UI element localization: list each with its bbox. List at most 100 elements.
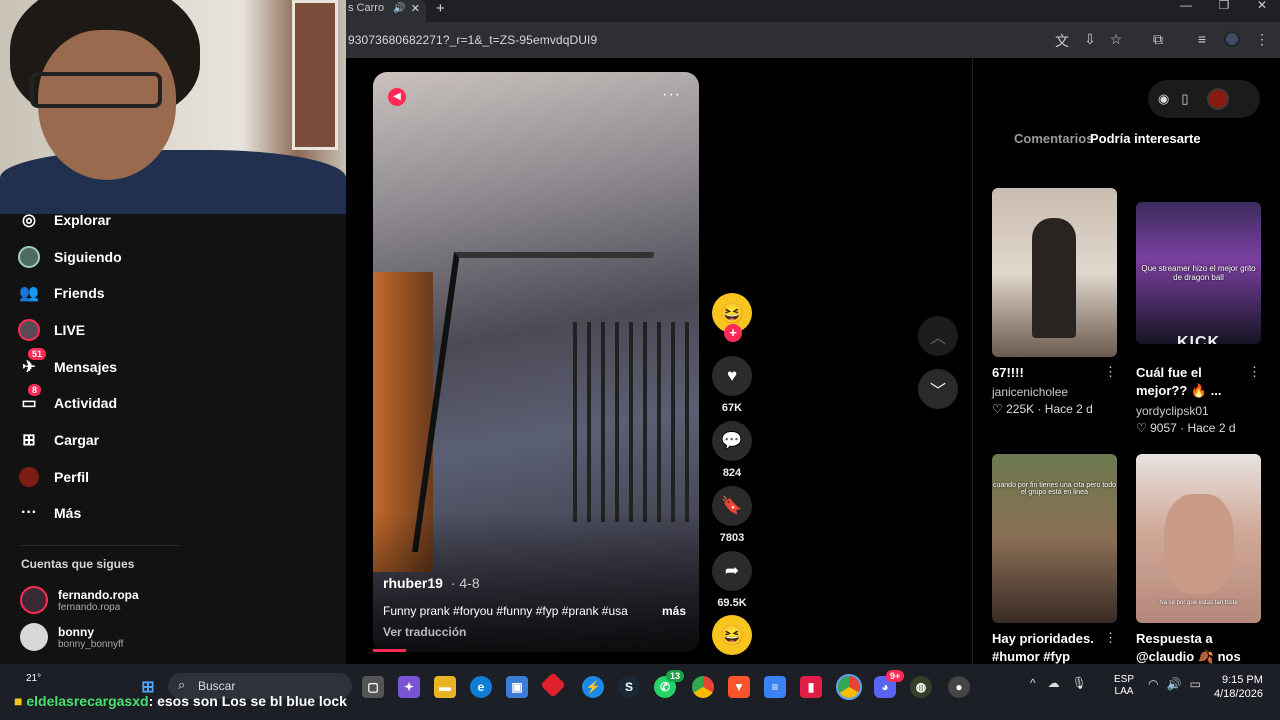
chevron-up-icon[interactable]: ^ [1030,676,1036,690]
language-indicator[interactable]: ESP LAA [1114,674,1134,698]
whatsapp-icon[interactable]: ✆ 13 [654,670,685,698]
card-title[interactable]: Hay prioridades. #humor #fyp [992,630,1100,664]
new-tab-icon[interactable]: + [436,0,445,17]
nav-label: Perfil [54,469,90,485]
chevron-down-icon: ﹀ [929,383,946,400]
video-caption: Funny prank #foryou #funny #fyp #prank #… [383,604,628,618]
steam-icon[interactable]: S [618,676,640,698]
weather-widget[interactable]: 21° [26,673,41,684]
wifi-icon[interactable]: ◠ [1148,677,1158,691]
tab-recommended[interactable]: Podría interesarte [1090,131,1201,146]
search-placeholder: Buscar [198,679,236,693]
microphone-icon[interactable]: 🎙 [1072,676,1087,690]
next-video-button[interactable]: ﹀ [918,369,958,409]
nav-messages[interactable]: ✈ 51 Mensajes [18,348,117,379]
previous-video-button[interactable]: ︿ [918,316,958,356]
browser-profile-avatar[interactable] [1224,31,1240,47]
like-button[interactable]: ♥ [712,356,752,396]
phone-icon[interactable]: ▯ [1181,91,1188,107]
followed-account[interactable]: bonny bonny_bonnyff [20,623,123,651]
tab-comments[interactable]: Comentarios [1014,131,1093,146]
volume-icon[interactable]: 🔊 [1166,677,1181,691]
card-menu-icon[interactable]: ⋮ [1248,364,1261,380]
chrome-icon[interactable] [692,676,714,698]
notepad-icon[interactable]: ≡ [764,676,786,698]
follow-plus-icon[interactable]: + [724,324,742,342]
system-tray: ^ ☁ 🎙 [1030,676,1087,690]
nav-explore[interactable]: ◎ Explorar [18,208,111,232]
discord-icon[interactable]: ◕ 9+ [874,670,905,698]
restore-icon[interactable]: ❐ [1204,0,1244,11]
video-options-icon[interactable]: ··· [662,86,681,104]
url-text[interactable]: 93073680682271?_r=1&_t=ZS-95emvdqDUI9 [348,33,597,47]
browser-tab[interactable]: s Carro 🔊 ✕ [340,0,426,22]
lang-layout: LAA [1114,686,1134,697]
nav-upload[interactable]: ⊞ Cargar [18,428,99,452]
nav-friends[interactable]: 👥 Friends [18,281,105,305]
window-close-icon[interactable]: ✕ [1242,0,1280,11]
user-avatar[interactable] [1206,88,1229,110]
video-thumbnail[interactable] [992,188,1117,357]
browser-menu-icon[interactable]: ⋮ [1252,31,1272,48]
save-button[interactable]: 🔖 [712,486,752,526]
comment-button[interactable]: 💬 [712,421,752,461]
video-author[interactable]: rhuber19 · 4-8 [383,575,480,591]
see-translation-link[interactable]: Ver traducción [383,625,466,639]
card-title[interactable]: 67!!!! [992,364,1100,382]
author-name[interactable]: rhuber19 [383,575,443,591]
tab-audio-icon[interactable]: 🔊 [393,3,405,14]
translate-icon[interactable]: 文 [1052,31,1072,51]
card-time: Hace 2 d [1044,402,1093,416]
video-thumbnail[interactable]: Na se por que estas tan triste [1136,454,1261,623]
card-title[interactable]: Cuál fue el mejor?? 🔥 ... [1136,364,1244,400]
sound-disc-icon[interactable]: 😆 [712,615,752,655]
nav-profile[interactable]: Perfil [18,465,89,489]
app-icon[interactable]: ▮ [800,676,822,698]
chrome-active-icon[interactable] [836,674,862,700]
followed-account[interactable]: fernando.ropa fernando.ropa [20,586,139,614]
video-thumbnail[interactable]: cuando por fin tienes una cita pero todo… [992,454,1117,623]
bookmark-star-icon[interactable]: ☆ [1106,31,1126,48]
system-clock[interactable]: 9:15 PM 4/18/2026 [1214,673,1263,701]
volume-muted-icon[interactable]: ◀ [388,88,406,106]
install-icon[interactable]: ⇩ [1080,31,1100,48]
nav-following[interactable]: Siguiendo [18,245,122,269]
nav-activity[interactable]: ▭ 8 Actividad [18,384,117,415]
task-view-icon[interactable]: ▢ [362,676,384,698]
compass-icon[interactable]: ◉ [1158,91,1169,107]
battery-icon[interactable]: ▭ [1189,677,1200,691]
friends-icon: 👥 [19,285,39,302]
post-date: · 4-8 [450,575,480,591]
app-icon[interactable]: ◍ [910,676,932,698]
card-time: Hace 2 d [1187,421,1236,435]
tab-close-icon[interactable]: ✕ [411,2,420,15]
minimize-icon[interactable]: — [1166,0,1206,11]
brave-icon[interactable]: ▼ [728,676,750,698]
card-menu-icon[interactable]: ⋮ [1104,364,1117,380]
share-count: 69.5K [717,597,747,609]
video-thumbnail[interactable]: Que streamer hizo el mejor grito de drag… [1136,202,1261,344]
obs-icon[interactable]: ● [948,676,970,698]
video-progress-bar[interactable] [373,649,406,652]
nav-more[interactable]: ··· Más [18,501,81,525]
card-menu-icon[interactable]: ⋮ [1104,630,1117,646]
card-title[interactable]: Respuesta a @claudio 🍂 nos [1136,630,1244,664]
extensions-icon[interactable]: ⧉ [1148,31,1168,48]
file-explorer-icon[interactable]: ▬ [434,676,456,698]
edge-icon[interactable]: e [470,676,492,698]
upload-icon: ⊞ [22,432,36,449]
video-player[interactable] [373,72,699,652]
lang-code: ESP [1114,674,1135,685]
share-button[interactable]: ➦ [712,551,752,591]
card-user[interactable]: janicenicholee [992,385,1068,399]
cloud-icon[interactable]: ☁ [1048,676,1060,690]
caption-more-link[interactable]: más [662,604,686,618]
thumbnail-caption: Na se por que estas tan triste [1159,600,1238,606]
chat-message: : esos son Los se bl blue lock [148,693,347,709]
nav-live[interactable]: LIVE [18,318,85,342]
store-icon[interactable]: ▣ [506,676,528,698]
media-icon[interactable]: ≡ [1192,31,1212,47]
app-icon[interactable]: ⚡ [582,676,604,698]
card-user[interactable]: yordyclipsk01 [1136,404,1209,418]
copilot-icon[interactable]: ✦ [398,676,420,698]
